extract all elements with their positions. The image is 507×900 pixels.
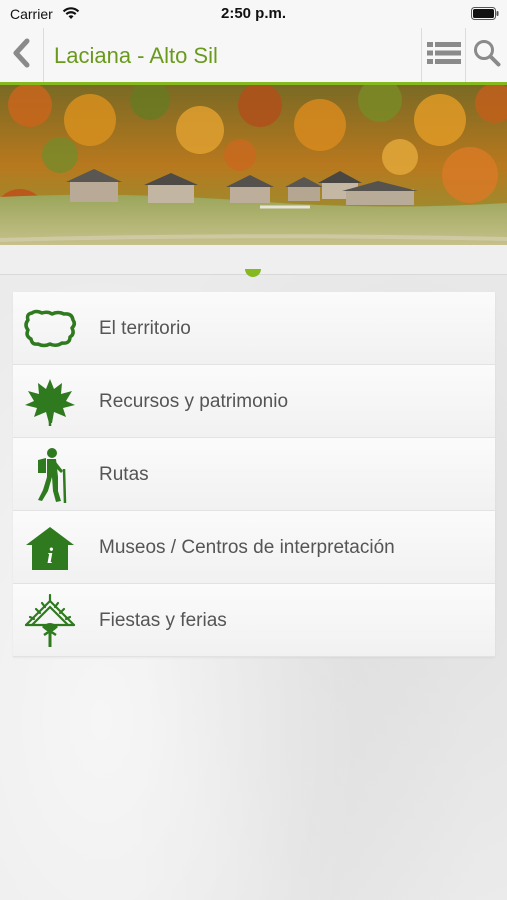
- menu-item-label: Museos / Centros de interpretación: [99, 537, 395, 558]
- back-button[interactable]: [0, 28, 44, 82]
- menu-item-recursos[interactable]: Recursos y patrimonio: [13, 365, 495, 438]
- page-indicator: [245, 269, 261, 277]
- menu-item-rutas[interactable]: Rutas: [13, 438, 495, 511]
- svg-text:i: i: [47, 543, 54, 568]
- menu-item-museos[interactable]: i Museos / Centros de interpretación: [13, 511, 495, 584]
- navigation-bar: Laciana - Alto Sil: [0, 28, 507, 85]
- info-house-icon: i: [19, 520, 81, 576]
- page-title: Laciana - Alto Sil: [54, 43, 218, 68]
- menu-item-label: Rutas: [99, 464, 149, 485]
- battery-icon: [471, 7, 499, 25]
- hiker-icon: [19, 447, 81, 503]
- list-menu-button[interactable]: [421, 28, 465, 82]
- menu-item-label: Fiestas y ferias: [99, 610, 227, 631]
- section-menu-list: El territorio Recursos y patrimonio Ruta…: [13, 292, 495, 657]
- menu-item-label: Recursos y patrimonio: [99, 391, 289, 412]
- menu-item-label: El territorio: [99, 318, 191, 339]
- territory-map-icon: [19, 301, 81, 357]
- menu-item-fiestas[interactable]: Fiestas y ferias: [13, 584, 495, 657]
- list-icon: [426, 41, 461, 70]
- leaf-icon: [19, 374, 81, 430]
- search-icon: [473, 39, 501, 72]
- clock: 2:50 p.m.: [220, 5, 287, 22]
- status-bar: Carrier 2:50 p.m.: [0, 0, 507, 28]
- hero-landscape-image: [0, 85, 507, 245]
- menu-item-territorio[interactable]: El territorio: [13, 292, 495, 365]
- festival-arch-icon: [19, 593, 81, 649]
- search-button[interactable]: [465, 28, 507, 82]
- chevron-left-icon: [12, 38, 32, 73]
